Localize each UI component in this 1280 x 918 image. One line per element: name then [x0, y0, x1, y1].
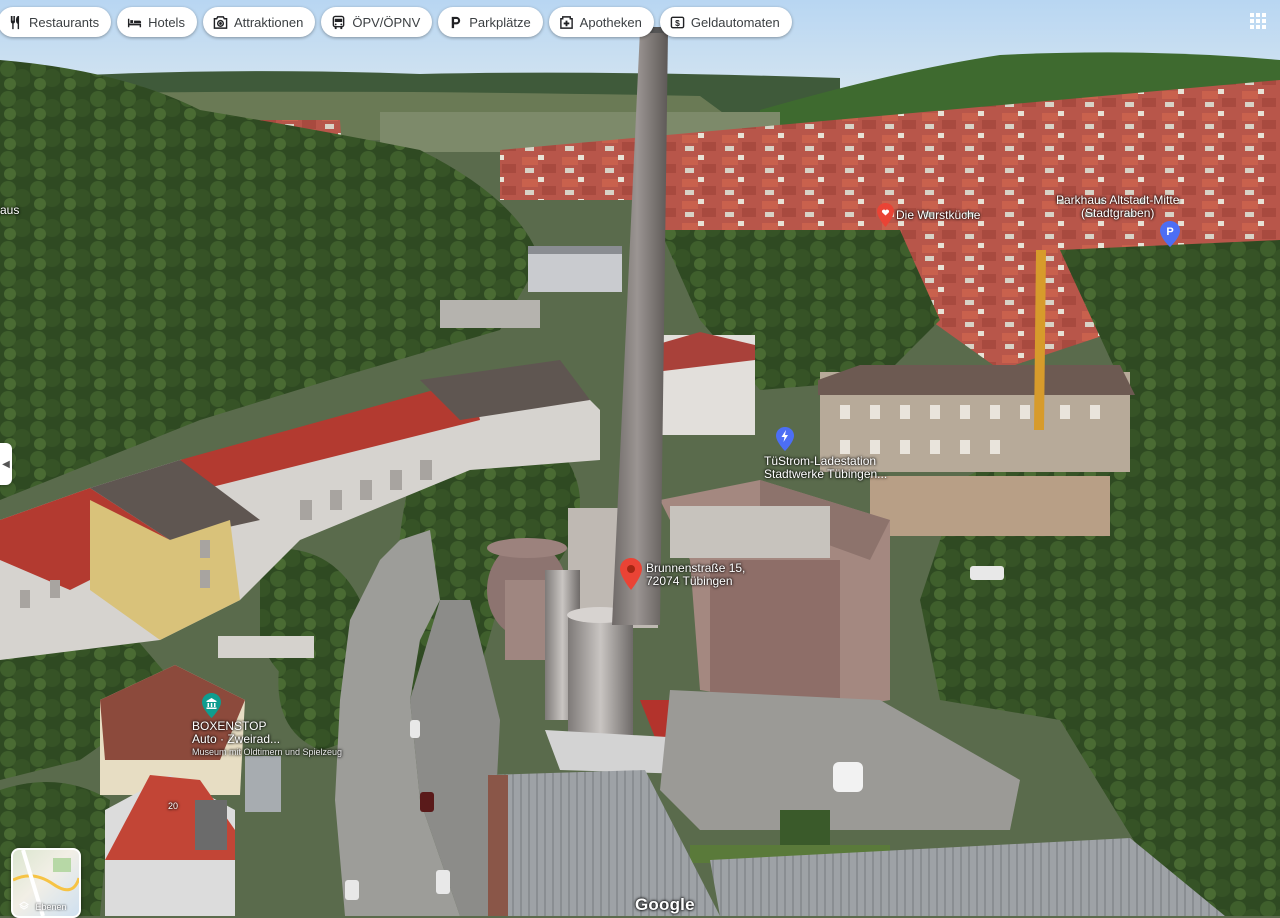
- chip-label: Geldautomaten: [690, 14, 780, 30]
- address-city: 72074 Tübingen: [646, 574, 733, 588]
- bus-icon: [332, 15, 345, 29]
- chip-atm[interactable]: $ Geldautomaten: [659, 7, 792, 37]
- parkhaus-subname: (Stadtgraben): [1081, 206, 1155, 220]
- place-label-wurstkueche[interactable]: Die Wurstküche: [896, 209, 980, 222]
- restaurant-pin-icon[interactable]: [877, 203, 894, 227]
- layers-label: Ebenen: [35, 902, 67, 912]
- address-pin-icon[interactable]: [620, 558, 642, 590]
- atm-icon: $: [670, 16, 685, 28]
- place-label-boxenstop[interactable]: BOXENSTOP Auto · Zweirad... Museum mit O…: [192, 720, 342, 759]
- charging-station-pin-icon[interactable]: [776, 427, 794, 451]
- chip-pharmacy[interactable]: Apotheken: [548, 7, 654, 37]
- pharmacy-icon: [559, 15, 573, 29]
- place-label-tuestrom[interactable]: TüStrom-Ladestation Stadtwerke Tübingen.…: [764, 455, 887, 481]
- chip-label: ÖPV/ÖPNV: [352, 14, 421, 30]
- chip-restaurants[interactable]: Restaurants: [0, 7, 112, 37]
- parking-pin-icon[interactable]: P: [1160, 221, 1180, 247]
- category-chips: Restaurants Hotels Attraktionen ÖPV/ÖPNV…: [0, 7, 792, 37]
- chip-label: Hotels: [148, 14, 185, 30]
- chip-hotels[interactable]: Hotels: [117, 7, 197, 37]
- boxenstop-description: Museum mit Oldtimern und Spielzeug: [192, 747, 343, 757]
- chip-parking[interactable]: Parkplätze: [438, 7, 543, 37]
- svg-text:P: P: [1166, 226, 1173, 238]
- museum-pin-icon[interactable]: [202, 693, 221, 718]
- fork-knife-icon: [10, 15, 20, 29]
- chip-label: Parkplätze: [469, 14, 531, 30]
- layers-button[interactable]: Ebenen: [11, 848, 81, 918]
- house-number-label: 20: [168, 801, 179, 811]
- svg-text:$: $: [675, 17, 680, 27]
- chip-transit[interactable]: ÖPV/ÖPNV: [321, 7, 433, 37]
- chip-label: Restaurants: [29, 14, 100, 30]
- edge-place-label[interactable]: aus: [0, 204, 19, 217]
- boxenstop-category: Auto · Zweirad...: [192, 732, 281, 746]
- tuestrom-subname: Stadtwerke Tübingen...: [764, 467, 888, 481]
- apps-grid-icon[interactable]: [1250, 13, 1266, 29]
- bed-icon: [128, 18, 142, 27]
- camera-icon: [213, 15, 228, 29]
- aerial-3d-map[interactable]: [0, 0, 1280, 916]
- chevron-left-icon: ◀: [2, 458, 10, 470]
- google-logo: Google: [635, 895, 695, 914]
- chip-attractions[interactable]: Attraktionen: [202, 7, 316, 37]
- chip-label: Attraktionen: [233, 14, 304, 30]
- chip-label: Apotheken: [579, 14, 642, 30]
- collapse-side-panel-button[interactable]: ◀: [0, 443, 12, 485]
- parking-icon: [452, 16, 461, 28]
- place-label-parkhaus[interactable]: Parkhaus Altstadt-Mitte (Stadtgraben): [1056, 194, 1179, 220]
- place-label-address[interactable]: Brunnenstraße 15, 72074 Tübingen: [646, 562, 745, 588]
